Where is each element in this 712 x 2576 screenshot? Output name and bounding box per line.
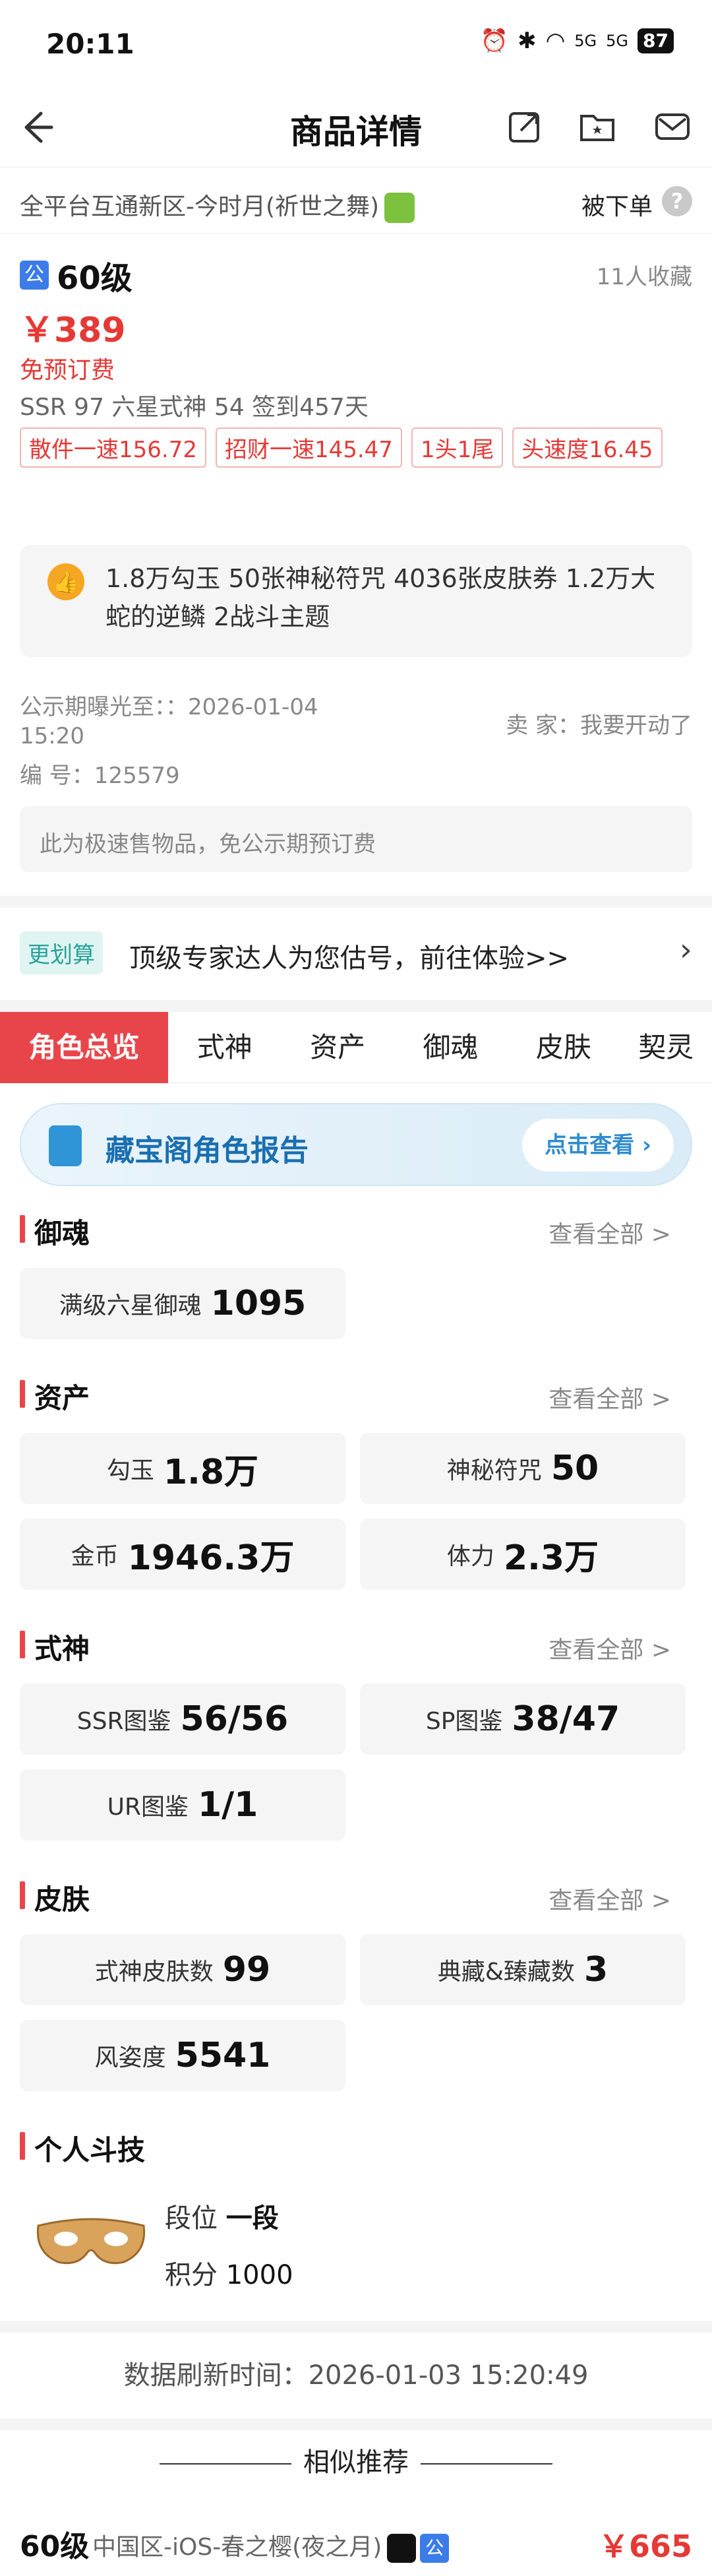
douji-score: 积分 1000 [165, 2260, 293, 2290]
status-time: 20:11 [46, 28, 134, 60]
stat-card: 勾玉 1.8万 [20, 1433, 345, 1504]
help-icon[interactable]: ? [662, 186, 692, 216]
publish-label: 公示期曝光至：：2026-01-04 [20, 694, 318, 720]
similar-header: 相似推荐 [0, 2441, 712, 2479]
item-level: 60级 [20, 2530, 90, 2563]
section-title-skins: 皮肤 [20, 1877, 90, 1918]
level-text: 60级 [57, 260, 133, 297]
tab-yuhun[interactable]: 御魂 [394, 1012, 507, 1083]
favorite-folder-icon[interactable] [578, 107, 617, 146]
server-row: 全平台互通新区-今时月(祈世之舞) 被下单 ? [0, 168, 712, 234]
section-title-assets: 资产 [20, 1376, 90, 1416]
tab-overview[interactable]: 角色总览 [0, 1012, 169, 1083]
promo-row[interactable]: 更划算 顶级专家达人为您估号，前往体验>> › [0, 908, 712, 1000]
similar-title: 相似推荐 [303, 2447, 409, 2478]
section-title-shishen: 式神 [20, 1627, 90, 1667]
promo-badge: 更划算 [20, 931, 103, 974]
bargain-label[interactable]: 被下单 [581, 187, 653, 222]
report-title: 藏宝阁角色报告 [105, 1134, 309, 1168]
stat-card: 式神皮肤数 99 [20, 1934, 345, 2005]
server-name: 全平台互通新区-今时月(祈世之舞) [20, 187, 415, 223]
mask-icon [36, 2218, 146, 2265]
decor-line-left [160, 2463, 291, 2465]
tag: 头速度16.45 [512, 427, 663, 468]
stat-card: SSR图鉴 56/56 [20, 1683, 345, 1755]
share-icon[interactable] [505, 107, 545, 146]
nav-bar: 商品详情 [0, 91, 712, 168]
wifi-icon: ◠ [545, 28, 566, 54]
divider [0, 2418, 712, 2430]
stat-card: 神秘符咒 50 [360, 1433, 686, 1504]
divider [0, 896, 712, 908]
status-bar: 20:11 ⏰ ✱ ◠ 5G 5G 87 [0, 0, 712, 91]
item-price: ￥665 [598, 2529, 692, 2564]
publish-info: 公示期曝光至：：2026-01-04 15:20 [20, 693, 318, 751]
price: ￥389 [20, 311, 126, 350]
thumbs-up-icon: 👍 [47, 563, 84, 600]
seller-name[interactable]: 卖 家：我要开动了 [506, 707, 692, 739]
android-icon [384, 193, 415, 223]
tag: 1头1尾 [411, 427, 504, 468]
view-all-shishen[interactable]: 查看全部 > [549, 1631, 671, 1665]
douji-rank: 段位 一段 [165, 2203, 279, 2234]
stat-card: 典藏&臻藏数 3 [360, 1934, 686, 2005]
chevron-right-icon: › [679, 931, 692, 968]
promo-text: 顶级专家达人为您估号，前往体验>> [129, 943, 570, 974]
public-badge: 公 [20, 261, 49, 290]
alarm-icon: ⏰ [480, 28, 509, 54]
decor-line-right [421, 2463, 552, 2465]
tab-skins[interactable]: 皮肤 [507, 1012, 620, 1083]
message-icon[interactable] [653, 107, 692, 146]
serial-number: 编 号：125579 [20, 763, 180, 789]
tag: 招财一速145.47 [215, 427, 402, 468]
view-all-skins[interactable]: 查看全部 > [549, 1881, 671, 1916]
section-title-douji: 个人斗技 [20, 2128, 145, 2168]
signal-icon-2: 5G [606, 32, 629, 50]
signal-icon: 5G [574, 32, 597, 50]
view-all-assets[interactable]: 查看全部 > [549, 1380, 671, 1414]
stat-card: 风姿度 5541 [20, 2020, 345, 2091]
battery-icon: 87 [638, 28, 674, 53]
tag-list: 散件一速156.72 招财一速145.47 1头1尾 头速度16.45 [20, 427, 692, 468]
stat-card: SP图鉴 38/47 [360, 1683, 686, 1755]
favorites-count: 11人收藏 [596, 264, 692, 290]
refresh-time: 数据刷新时间：2026-01-03 15:20:49 [123, 2360, 589, 2391]
tab-qiling[interactable]: 契灵 [620, 1012, 712, 1083]
item-server: 中国区-iOS-春之樱(夜之月) 公 [92, 2528, 450, 2563]
level-title: 公 60级 [20, 252, 133, 298]
free-booking-label: 免预订费 [20, 357, 115, 384]
tag: 散件一速156.72 [20, 427, 206, 468]
view-all-yuhun[interactable]: 查看全部 > [549, 1215, 671, 1249]
tab-shishen[interactable]: 式神 [168, 1012, 281, 1083]
list-item[interactable]: 60级 中国区-iOS-春之樱(夜之月) 公 ￥665 [20, 2519, 692, 2565]
public-badge: 公 [420, 2534, 450, 2563]
stat-card: 金币 1946.3万 [20, 1519, 345, 1590]
apple-icon [387, 2534, 417, 2563]
bluetooth-icon: ✱ [518, 28, 537, 54]
stat-card: 满级六星御魂 1095 [20, 1268, 345, 1339]
summary-text: 1.8万勾玉 50张神秘符咒 4036张皮肤券 1.2万大蛇的逆鳞 2战斗主题 [105, 564, 656, 631]
section-title-yuhun: 御魂 [20, 1211, 90, 1251]
status-icons: ⏰ ✱ ◠ 5G 5G 87 [481, 28, 674, 54]
report-banner[interactable]: 藏宝阁角色报告 点击查看 › [20, 1103, 692, 1186]
notice-box: 此为极速售物品，免公示期预订费 [20, 806, 692, 872]
report-icon [49, 1125, 82, 1166]
publish-time: 15:20 [20, 723, 84, 749]
summary-box: 👍 1.8万勾玉 50张神秘符咒 4036张皮肤券 1.2万大蛇的逆鳞 2战斗主… [20, 545, 692, 657]
stats-line: SSR 97 六星式神 54 签到457天 [20, 394, 369, 421]
stat-card: 体力 2.3万 [360, 1519, 686, 1590]
tab-bar: 角色总览 式神 资产 御魂 皮肤 契灵 [0, 1012, 712, 1083]
divider [0, 2321, 712, 2333]
stat-card: UR图鉴 1/1 [20, 1769, 345, 1840]
report-view-button[interactable]: 点击查看 › [522, 1119, 674, 1172]
tab-assets[interactable]: 资产 [281, 1012, 394, 1083]
divider [0, 1000, 712, 1012]
